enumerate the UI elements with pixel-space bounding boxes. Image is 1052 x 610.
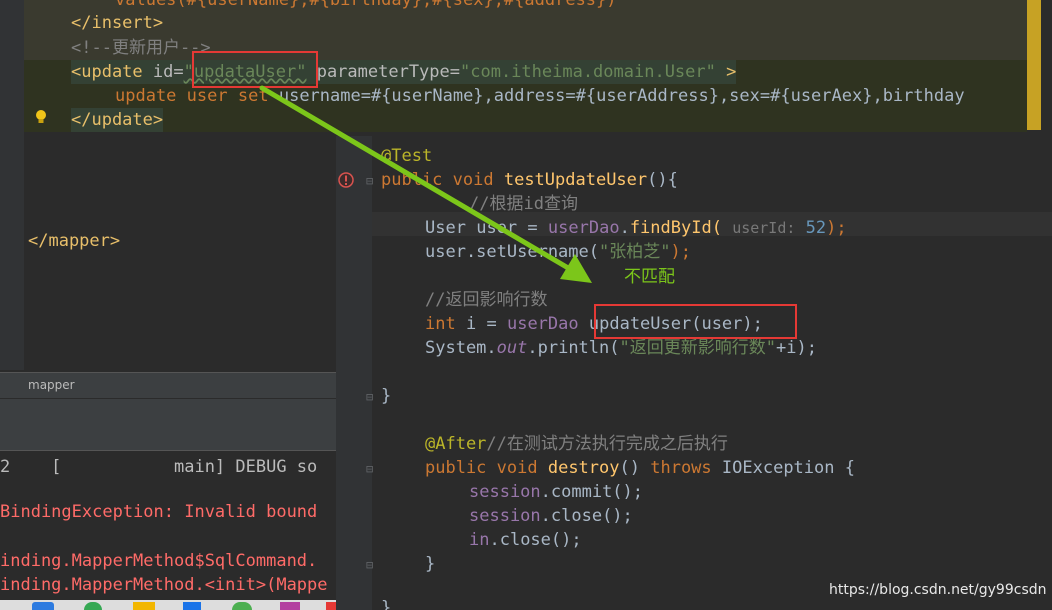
- watermark: https://blog.csdn.net/gy99csdn: [829, 582, 1047, 598]
- arrow-shaft: [259, 85, 578, 275]
- mismatch-arrow: [259, 85, 592, 283]
